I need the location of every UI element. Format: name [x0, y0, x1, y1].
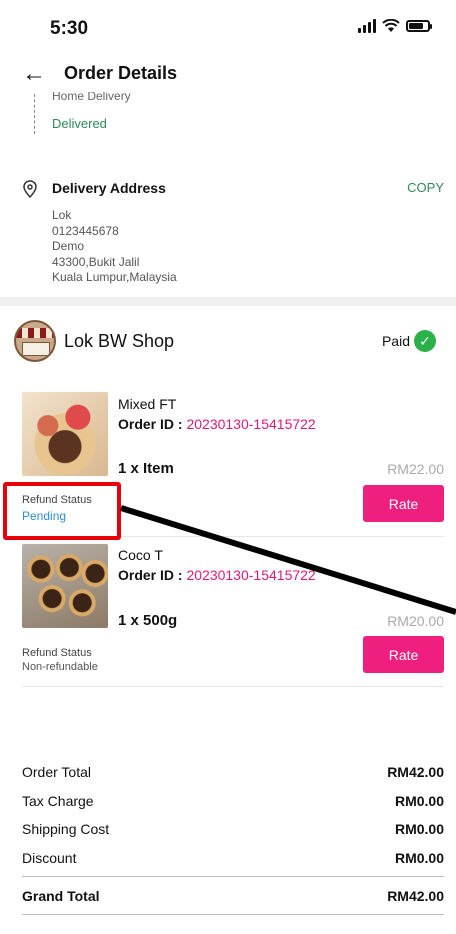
grand-total-label: Grand Total [22, 888, 100, 904]
grand-total-row: Grand Total RM42.00 [22, 888, 444, 904]
grand-total-value: RM42.00 [387, 888, 444, 904]
summary-value: RM42.00 [387, 764, 444, 780]
summary-value: RM0.00 [394, 793, 444, 809]
summary-value: RM0.00 [394, 850, 444, 866]
summary-label: Tax Charge [22, 793, 94, 809]
summary-row: Shipping Cost RM0.00 [22, 821, 444, 837]
summary-value: RM0.00 [394, 821, 444, 837]
summary-label: Discount [22, 850, 77, 866]
summary-row: Order Total RM42.00 [22, 764, 444, 780]
summary-label: Order Total [22, 764, 91, 780]
summary-divider [22, 876, 444, 877]
summary-label: Shipping Cost [22, 821, 110, 837]
summary-row: Discount RM0.00 [22, 850, 444, 866]
summary-divider [22, 914, 444, 915]
summary-row: Tax Charge RM0.00 [22, 793, 444, 809]
